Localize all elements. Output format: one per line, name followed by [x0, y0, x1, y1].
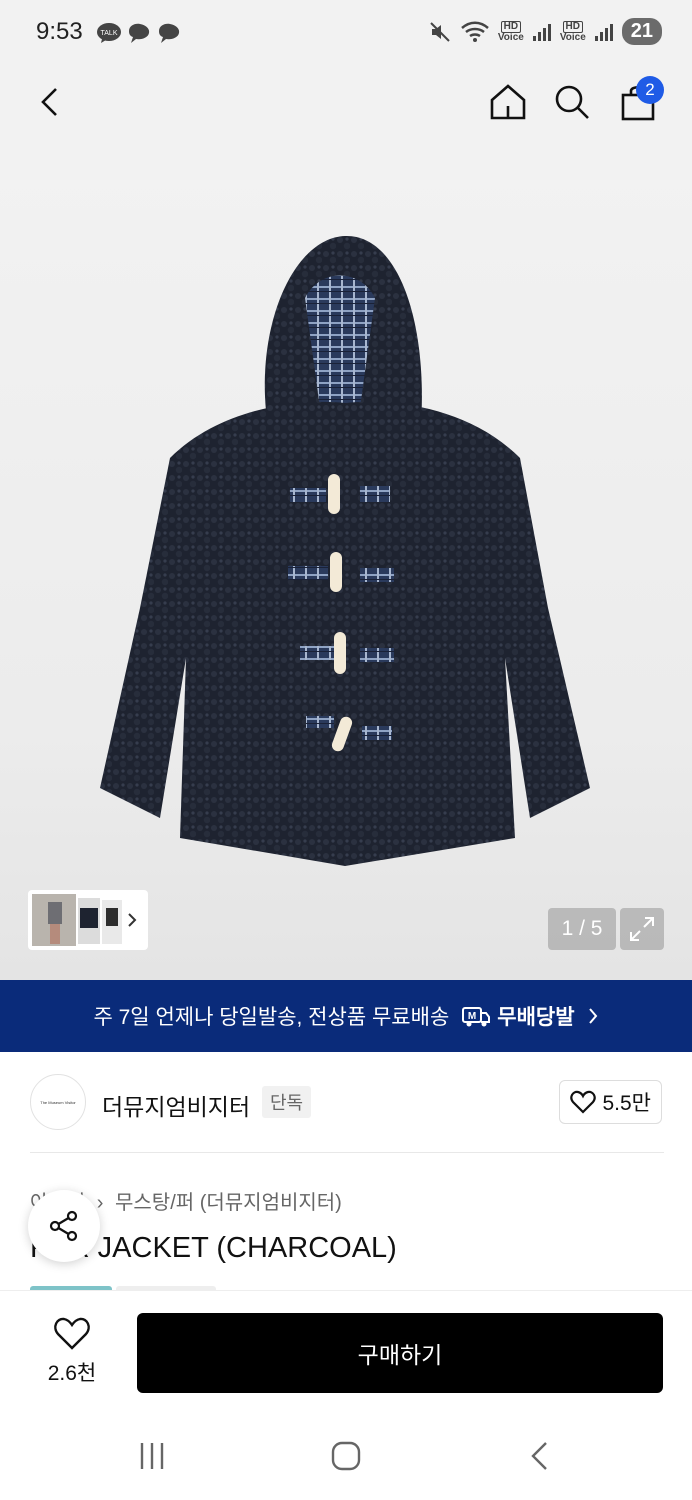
shipping-promo-banner[interactable]: 주 7일 언제나 당일발송, 전상품 무료배송 M 무배당발	[0, 980, 692, 1052]
kakaotalk-icon: TALK	[97, 23, 121, 43]
voice-label: Voice	[559, 31, 586, 43]
recent-apps-icon	[140, 1443, 164, 1469]
promo-text: 주 7일 언제나 당일발송, 전상품 무료배송	[93, 1006, 450, 1029]
fullscreen-button[interactable]	[620, 908, 664, 950]
chevron-right-icon	[588, 1008, 597, 1024]
expand-icon	[630, 917, 654, 941]
product-image-gallery[interactable]: 1 / 5	[0, 138, 692, 980]
wishlist-button[interactable]: 2.6천	[30, 1317, 114, 1387]
signal-icon	[594, 23, 613, 41]
status-time: 9:53	[36, 18, 83, 45]
recent-apps-button[interactable]	[132, 1438, 172, 1474]
brand-row: The Museum Visitor 더뮤지엄비지터 단독 5.5만	[0, 1052, 692, 1152]
system-nav-bar	[0, 1408, 692, 1500]
app-header: 2	[0, 66, 692, 204]
home-button[interactable]	[484, 78, 532, 126]
promo-brand: M 무배당발	[461, 1001, 575, 1031]
status-bar: 9:53 TALK HD Voice HD Voice 21	[0, 0, 692, 66]
thumbnail-strip[interactable]	[28, 890, 148, 950]
chevron-left-icon	[41, 88, 57, 116]
hd-label: HD	[562, 20, 583, 33]
signal-icon	[532, 23, 551, 41]
cart-count-badge: 2	[636, 76, 664, 104]
brand-like-count: 5.5만	[602, 1092, 651, 1115]
back-button[interactable]	[26, 78, 74, 126]
wifi-icon	[461, 21, 489, 42]
search-icon	[555, 85, 589, 119]
promo-brand-label: 무배당발	[497, 1006, 575, 1029]
home-nav-button[interactable]	[326, 1438, 366, 1474]
brand-like-button[interactable]: 5.5만	[559, 1080, 662, 1124]
purchase-bar: 2.6천 구매하기	[0, 1290, 692, 1408]
home-circle-icon	[331, 1441, 361, 1471]
notification-icons: TALK	[96, 22, 182, 44]
exclusive-badge: 단독	[262, 1086, 312, 1118]
talk-text: TALK	[101, 30, 118, 37]
search-button[interactable]	[548, 78, 596, 126]
share-button[interactable]	[28, 1190, 100, 1262]
chevron-right-icon	[128, 913, 137, 927]
product-image	[100, 235, 590, 866]
chevron-left-icon	[531, 1442, 547, 1470]
buy-button[interactable]: 구매하기	[137, 1313, 663, 1393]
hd-voice-badge: HD Voice	[559, 20, 586, 43]
chat-bubble-icon	[129, 23, 150, 43]
breadcrumb-subcategory[interactable]: 무스탕/퍼 (더뮤지엄비지터)	[115, 1192, 342, 1214]
back-nav-button[interactable]	[520, 1438, 560, 1474]
battery-indicator: 21	[621, 18, 662, 45]
share-icon	[49, 1210, 78, 1242]
divider	[30, 1152, 664, 1153]
mute-icon	[430, 21, 450, 42]
heart-icon	[54, 1317, 90, 1350]
heart-icon	[570, 1090, 597, 1114]
hd-label: HD	[500, 20, 522, 33]
hd-voice-badge: HD Voice	[497, 20, 524, 43]
delivery-truck-icon: M	[462, 1007, 491, 1027]
system-status-icons: HD Voice HD Voice 21	[428, 18, 662, 45]
voice-label: Voice	[497, 31, 524, 43]
thumbnail-image	[32, 894, 122, 946]
image-counter: 1 / 5	[548, 908, 616, 950]
chat-bubble-icon	[159, 23, 180, 43]
wishlist-count: 2.6천	[47, 1362, 97, 1385]
home-icon	[490, 84, 526, 120]
promo-brand-mark: M	[468, 1011, 476, 1022]
breadcrumb-separator: ›	[96, 1192, 104, 1214]
cart-button[interactable]: 2	[614, 76, 664, 126]
brand-name[interactable]: 더뮤지엄비지터	[102, 1088, 250, 1122]
brand-logo[interactable]: The Museum Visitor	[30, 1074, 86, 1130]
brand-logo-text: The Museum Visitor	[40, 1099, 76, 1105]
